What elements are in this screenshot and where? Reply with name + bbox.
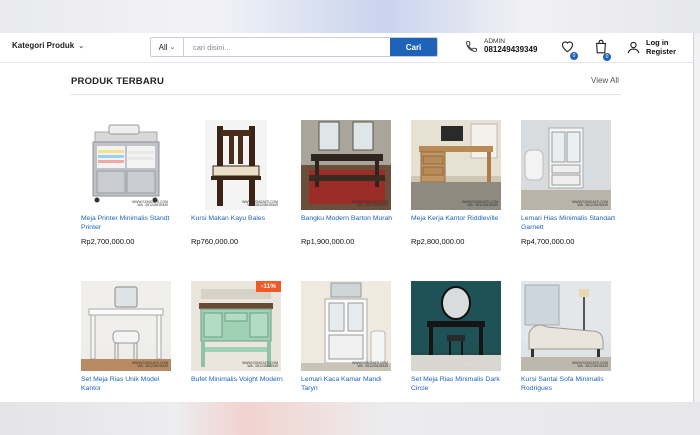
search-input[interactable] (184, 38, 390, 56)
background-blur-bottom (0, 402, 700, 435)
search-bar: All ⌄ Cari (150, 37, 438, 57)
register-link[interactable]: Register (646, 47, 676, 56)
admin-phone: 081249439349 (484, 45, 538, 55)
search-button-label: Cari (405, 42, 422, 52)
product-name[interactable]: Bangku Modern Barton Murah (301, 215, 396, 224)
product-price: Rp1,900,000.00 (301, 237, 355, 246)
view-all-link[interactable]: View All (591, 76, 619, 85)
product-price: Rp2,800,000.00 (411, 237, 465, 246)
discount-badge: -11% (256, 281, 281, 292)
product-name[interactable]: Lemari Hias Minimalis Standart Garnett (521, 215, 616, 233)
account-link[interactable]: Log in Register (626, 38, 676, 56)
shopping-bag-icon (596, 39, 606, 54)
user-icon (627, 41, 640, 53)
product-price: Rp2,700,000.00 (81, 237, 135, 246)
product-image[interactable]: WWW.SONOJATI.COM WA : 081249439349 (521, 120, 611, 210)
section-title: PRODUK TERBARU (71, 76, 165, 87)
browser-page: Kategori Produk ⌄ All ⌄ Cari ADMIN 08124… (0, 33, 694, 402)
phone-icon (466, 41, 477, 52)
admin-contact[interactable]: ADMIN 081249439349 (465, 38, 537, 55)
watermark: WWW.SONOJATI.COM WA : 081249439349 (572, 360, 608, 369)
chevron-down-icon: ⌄ (78, 42, 85, 50)
watermark: WWW.SONOJATI.COM WA : 081249439349 (132, 199, 168, 208)
watermark: WWW.SONOJATI.COM WA : 081249439349 (352, 360, 388, 369)
product-price: Rp760,000.00 (191, 237, 239, 246)
chevron-down-icon: ⌄ (169, 44, 176, 51)
product-name[interactable]: Kursi Makan Kayu Bales (191, 215, 286, 224)
product-name[interactable]: Bufet Minimalis Voight Modern (191, 376, 286, 385)
product-image[interactable]: WWW.SONOJATI.COM WA : 081249439349 (81, 120, 171, 210)
product-image[interactable]: WWW.SONOJATI.COM WA : 081249439349 (301, 281, 391, 371)
background-blur-top (0, 0, 700, 33)
watermark: WWW.SONOJATI.COM WA : 081249439349 (242, 360, 278, 369)
heart-icon (561, 41, 574, 53)
product-image[interactable]: WWW.SONOJATI.COM WA : 081249439349 (301, 120, 391, 210)
watermark: WWW.SONOJATI.COM WA : 081249439349 (462, 199, 498, 208)
search-category-select[interactable]: All ⌄ (151, 38, 184, 56)
login-link[interactable]: Log in (646, 38, 676, 47)
admin-label: ADMIN (484, 38, 505, 45)
watermark: WWW.SONOJATI.COM WA : 081249439349 (352, 199, 388, 208)
product-name[interactable]: Set Meja Rias Minimalis Dark Circle (411, 376, 506, 394)
product-image[interactable]: WWW.SONOJATI.COM WA : 081249439349 (521, 281, 611, 371)
search-button[interactable]: Cari (390, 38, 437, 56)
product-name[interactable]: Meja Kerja Kantor Riddleville (411, 215, 506, 224)
product-name[interactable]: Lemari Kaca Kamar Mandi Taryn (301, 376, 396, 394)
search-category-value: All (158, 42, 168, 52)
section-divider (71, 94, 621, 95)
product-name[interactable]: Set Meja Rias Unik Model Kantor (81, 376, 176, 394)
category-menu-label: Kategori Produk (12, 41, 75, 50)
category-menu-button[interactable]: Kategori Produk ⌄ (12, 41, 84, 50)
site-header: Kategori Produk ⌄ All ⌄ Cari ADMIN 08124… (0, 33, 693, 63)
wishlist-button[interactable]: 0 (560, 39, 578, 60)
watermark: WWW.SONOJATI.COM WA : 081249439349 (462, 360, 498, 369)
wishlist-count-badge: 0 (570, 52, 578, 60)
product-name[interactable]: Meja Printer Minimalis Standt Printer (81, 215, 176, 233)
product-name[interactable]: Kursi Santai Sofa Minimalis Rodrigues (521, 376, 616, 394)
watermark: WWW.SONOJATI.COM WA : 081249439349 (572, 199, 608, 208)
watermark: WWW.SONOJATI.COM WA : 081249439349 (242, 199, 278, 208)
product-image[interactable]: WWW.SONOJATI.COM WA : 081249439349 (191, 120, 281, 210)
product-image[interactable]: WWW.SONOJATI.COM WA : 081249439349 (411, 120, 501, 210)
product-price: Rp4,700,000.00 (521, 237, 575, 246)
product-image[interactable]: -11% WWW.SONOJATI.COM WA : 081249439349 (191, 281, 281, 371)
cart-count-badge: 0 (603, 53, 611, 61)
cart-button[interactable]: 0 (594, 39, 611, 61)
product-image[interactable]: WWW.SONOJATI.COM WA : 081249439349 (411, 281, 501, 371)
product-image[interactable]: WWW.SONOJATI.COM WA : 081249439349 (81, 281, 171, 371)
watermark: WWW.SONOJATI.COM WA : 081249439349 (132, 360, 168, 369)
